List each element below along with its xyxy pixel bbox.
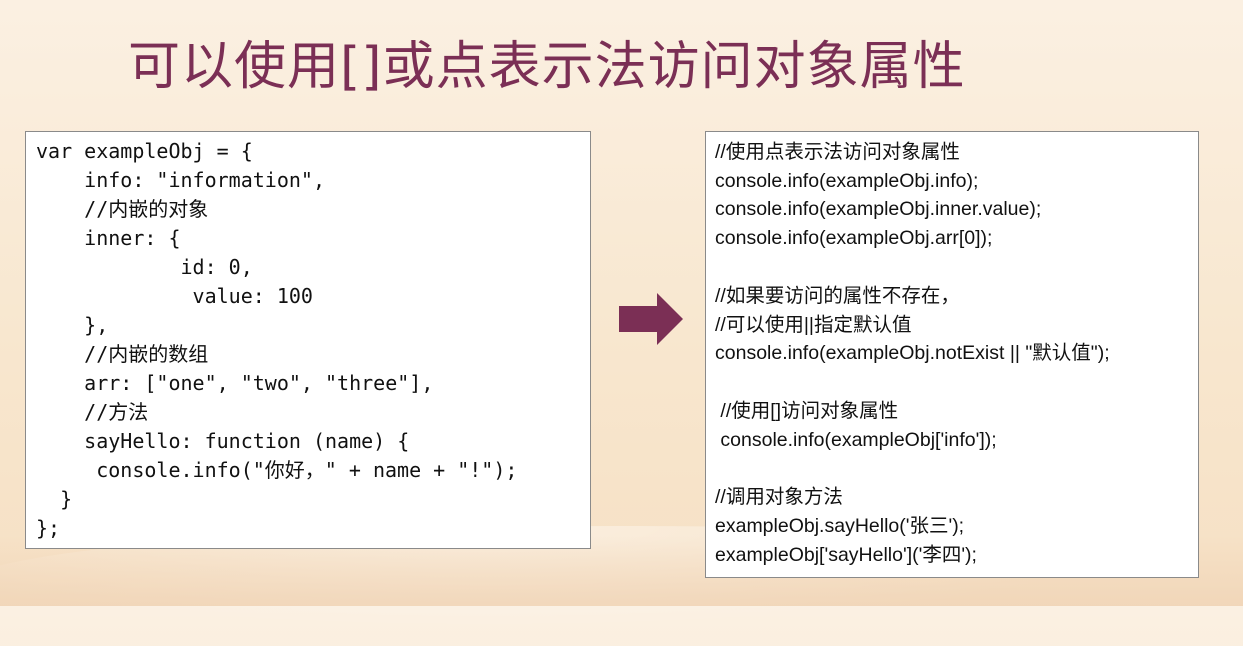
code-line: //内嵌的数组 <box>36 342 209 366</box>
code-line: console.info(exampleObj['info']); <box>715 429 997 451</box>
right-arrow-icon <box>619 293 683 345</box>
code-line: //内嵌的对象 <box>36 197 209 221</box>
code-line: arr: ["one", "two", "three"], <box>36 371 434 395</box>
code-line: id: 0, <box>36 255 253 279</box>
code-line: console.info("你好，" + name + "!"); <box>36 458 518 482</box>
code-line: }; <box>36 516 61 540</box>
code-line: value: 100 <box>36 284 313 308</box>
code-line: info: "information", <box>36 168 325 192</box>
code-line: }, <box>36 313 109 337</box>
object-definition-code-box: var exampleObj = { info: "information", … <box>25 131 591 549</box>
code-line: } <box>36 487 73 511</box>
code-line: console.info(exampleObj.info); <box>715 170 979 192</box>
code-line: console.info(exampleObj.arr[0]); <box>715 227 993 249</box>
code-line: inner: { <box>36 226 181 250</box>
code-line: var exampleObj = { <box>36 139 253 163</box>
code-line: exampleObj.sayHello('张三'); <box>715 515 965 537</box>
code-line: //使用[]访问对象属性 <box>715 400 899 422</box>
code-line: //可以使用||指定默认值 <box>715 314 912 336</box>
code-line: exampleObj['sayHello']('李四'); <box>715 544 977 566</box>
slide-title: 可以使用[]或点表示法访问对象属性 <box>128 37 966 97</box>
code-line: //使用点表示法访问对象属性 <box>715 141 960 163</box>
code-line: sayHello: function (name) { <box>36 429 410 453</box>
code-line: //调用对象方法 <box>715 486 843 508</box>
code-line: console.info(exampleObj.notExist || "默认值… <box>715 342 1110 364</box>
code-line: //如果要访问的属性不存在， <box>715 285 960 307</box>
code-line: console.info(exampleObj.inner.value); <box>715 198 1042 220</box>
code-line: //方法 <box>36 400 149 424</box>
property-access-code-box: //使用点表示法访问对象属性 console.info(exampleObj.i… <box>705 131 1199 578</box>
